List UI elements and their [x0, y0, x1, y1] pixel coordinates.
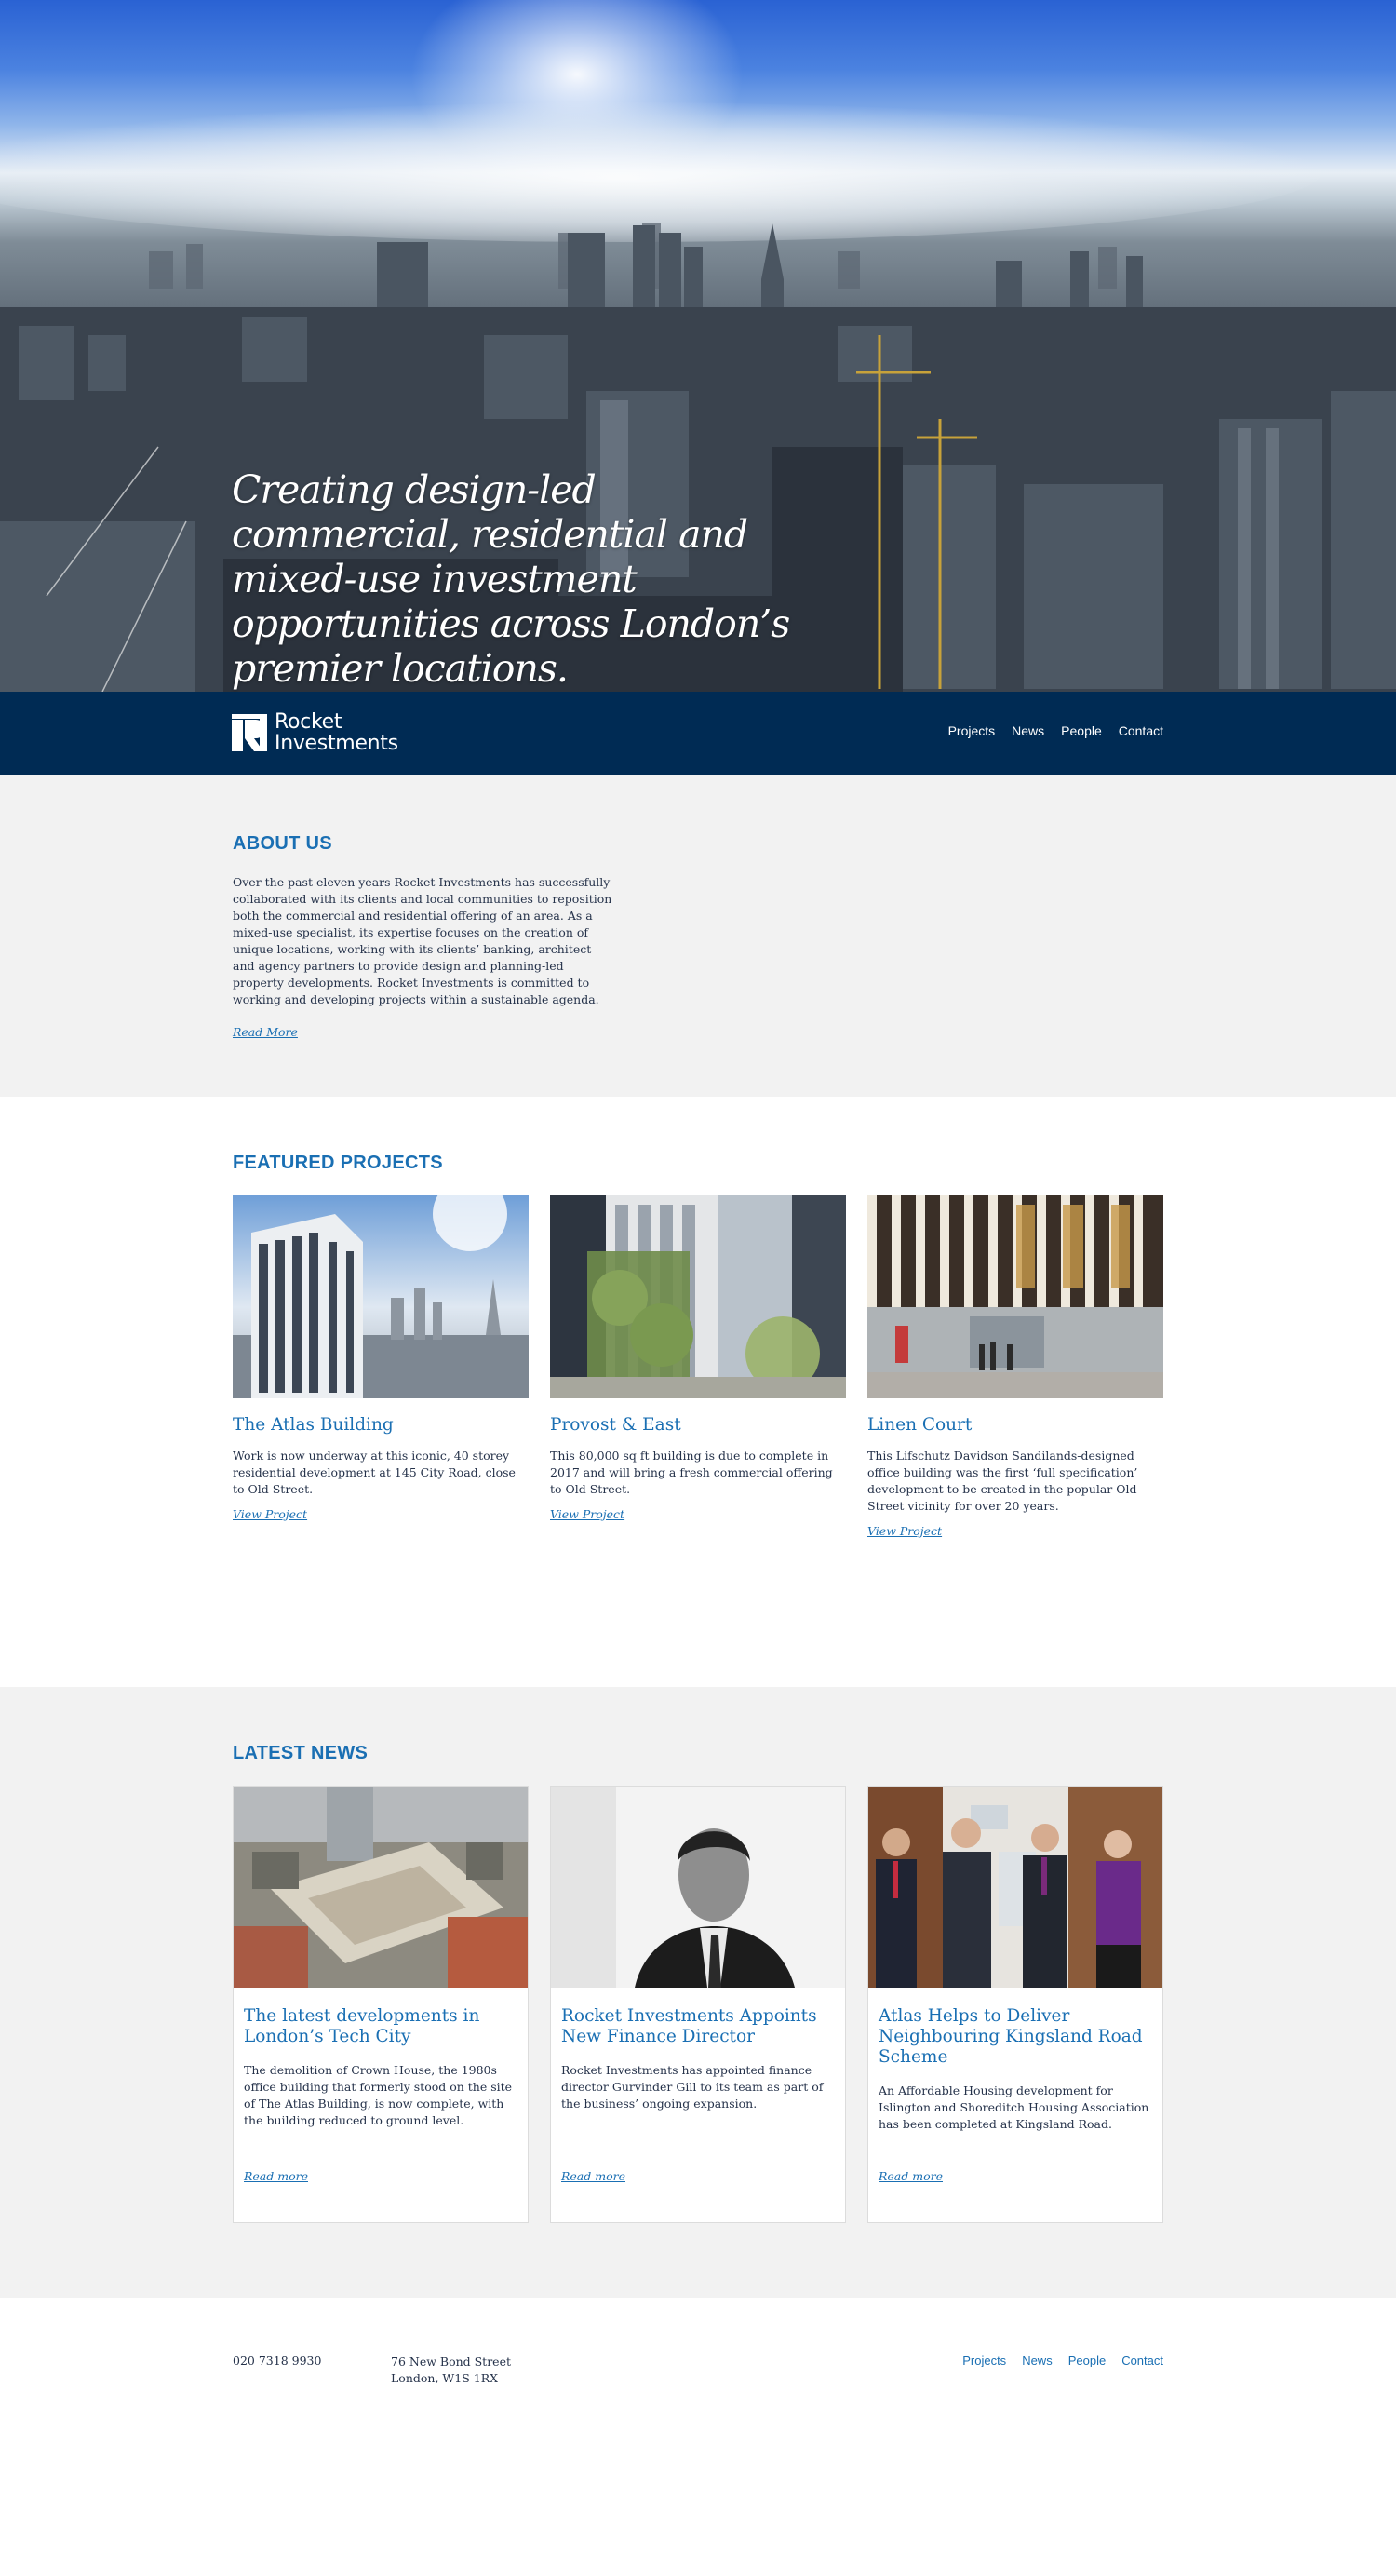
project-link-provost-east[interactable]: View Project — [550, 1507, 624, 1521]
footer-nav: Projects News People Contact — [962, 2353, 1163, 2367]
project-image-atlas[interactable] — [233, 1195, 529, 1398]
project-card-linen-court: Linen Court This Lifschutz Davidson Sand… — [867, 1195, 1163, 1539]
footer-phone[interactable]: 020 7318 9930 — [233, 2353, 321, 2367]
project-title-atlas: The Atlas Building — [233, 1415, 394, 1435]
news-read-more-kingsland-road[interactable]: Read more — [879, 2169, 943, 2183]
project-image-linen-court[interactable] — [867, 1195, 1163, 1398]
news-title-tech-city: The latest developments in London’s Tech… — [244, 2006, 480, 2046]
hero-banner: Creating design-led commercial, resident… — [0, 0, 1396, 692]
news-title-kingsland-road: Atlas Helps to Deliver Neighbouring King… — [879, 2006, 1143, 2067]
footer-nav-link-news[interactable]: News — [1022, 2353, 1053, 2367]
latest-news-heading: LATEST NEWS — [233, 1743, 369, 1763]
news-desc-kingsland-road: An Affordable Housing development for Is… — [879, 2084, 1149, 2131]
project-title-provost-east: Provost & East — [550, 1415, 681, 1435]
footer-address-line2: London, W1S 1RX — [391, 2371, 499, 2385]
brand-logo-line2: Investments — [275, 732, 398, 755]
project-desc-linen-court: This Lifschutz Davidson Sandilands-desig… — [867, 1449, 1138, 1513]
about-heading: ABOUT US — [233, 833, 332, 854]
project-image-provost-east[interactable] — [550, 1195, 846, 1398]
top-navbar: Rocket Investments Projects News People … — [0, 692, 1396, 775]
project-title-linen-court: Linen Court — [867, 1415, 973, 1435]
nav-link-projects[interactable]: Projects — [948, 723, 996, 738]
news-card-kingsland-road: Atlas Helps to Deliver Neighbouring King… — [867, 1786, 1163, 2223]
news-read-more-finance-director[interactable]: Read more — [561, 2169, 625, 2183]
project-card-atlas: The Atlas Building Work is now underway … — [233, 1195, 529, 1522]
footer-nav-link-contact[interactable]: Contact — [1121, 2353, 1163, 2367]
hero-tagline: Creating design-led commercial, resident… — [232, 467, 790, 691]
news-image-kingsland-road[interactable] — [868, 1787, 1162, 1988]
featured-projects-section: FEATURED PROJECTS The Atlas Building Wor… — [0, 1097, 1396, 1687]
about-section: ABOUT US Over the past eleven years Rock… — [0, 775, 1396, 1097]
footer-address-line1: 76 New Bond Street — [391, 2354, 512, 2368]
site-footer: 020 7318 9930 76 New Bond Street London,… — [0, 2298, 1396, 2576]
news-image-tech-city[interactable] — [234, 1787, 528, 1988]
news-desc-tech-city: The demolition of Crown House, the 1980s… — [244, 2063, 513, 2127]
nav-link-people[interactable]: People — [1061, 723, 1102, 738]
news-desc-finance-director: Rocket Investments has appointed finance… — [561, 2063, 824, 2111]
news-card-finance-director: Rocket Investments Appoints New Finance … — [550, 1786, 846, 2223]
news-title-finance-director: Rocket Investments Appoints New Finance … — [561, 2006, 817, 2046]
footer-nav-link-projects[interactable]: Projects — [962, 2353, 1006, 2367]
brand-logo[interactable]: Rocket Investments — [232, 710, 398, 755]
main-nav: Projects News People Contact — [948, 723, 1163, 738]
footer-nav-link-people[interactable]: People — [1068, 2353, 1106, 2367]
brand-logo-wordmark: Rocket Investments — [275, 711, 398, 754]
nav-link-contact[interactable]: Contact — [1119, 723, 1163, 738]
project-desc-provost-east: This 80,000 sq ft building is due to com… — [550, 1449, 833, 1496]
brand-logo-line1: Rocket — [275, 710, 342, 734]
about-body: Over the past eleven years Rocket Invest… — [233, 875, 612, 1006]
project-link-linen-court[interactable]: View Project — [867, 1524, 942, 1538]
footer-address: 76 New Bond Street London, W1S 1RX — [391, 2353, 511, 2387]
news-read-more-tech-city[interactable]: Read more — [244, 2169, 308, 2183]
about-read-more-link[interactable]: Read More — [233, 1025, 298, 1039]
project-desc-atlas: Work is now underway at this iconic, 40 … — [233, 1449, 516, 1496]
nav-link-news[interactable]: News — [1012, 723, 1044, 738]
project-link-atlas[interactable]: View Project — [233, 1507, 307, 1521]
news-card-tech-city: The latest developments in London’s Tech… — [233, 1786, 529, 2223]
news-image-finance-director[interactable] — [551, 1787, 845, 1988]
project-card-provost-east: Provost & East This 80,000 sq ft buildin… — [550, 1195, 846, 1522]
latest-news-section: LATEST NEWS The latest developments in L… — [0, 1687, 1396, 2298]
featured-projects-heading: FEATURED PROJECTS — [233, 1153, 443, 1173]
brand-logo-mark-icon — [232, 714, 267, 751]
